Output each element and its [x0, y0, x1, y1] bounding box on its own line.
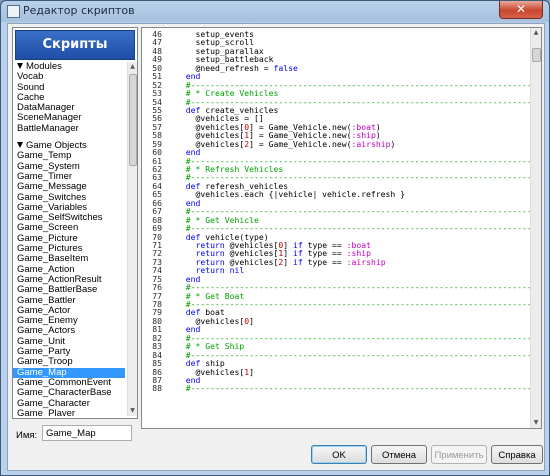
scroll-down-arrow-icon[interactable]: ▼: [128, 406, 137, 416]
scroll-down-arrow-icon[interactable]: ▼: [531, 418, 541, 428]
scroll-thumb[interactable]: [129, 74, 137, 166]
help-button[interactable]: Справка: [491, 445, 543, 464]
code-area[interactable]: 46 setup_events 47 setup_scroll 48 setup_p…: [142, 30, 530, 426]
scroll-up-arrow-icon[interactable]: ▲: [128, 62, 137, 72]
script-list-panel: Скрипты Modules Vocab Sound Cache DataManage…: [12, 27, 138, 419]
script-list-item[interactable]: BattleManager: [13, 123, 125, 134]
client-area: Скрипты Modules Vocab Sound Cache DataManage…: [7, 23, 545, 471]
expand-triangle-icon[interactable]: [17, 142, 23, 149]
editor-scrollbar[interactable]: ▲ ▼: [530, 28, 541, 428]
ok-button[interactable]: OK: [311, 445, 367, 464]
script-editor-window: Редактор скриптов ✕ Скрипты Modules Vocab…: [0, 0, 550, 476]
script-list-item[interactable]: Game_Player: [13, 408, 125, 416]
apply-button[interactable]: Применить: [431, 445, 487, 464]
scripts-header: Скрипты: [15, 30, 135, 60]
script-list-item[interactable]: Game_BattlerBase: [13, 284, 125, 295]
scroll-up-arrow-icon[interactable]: ▲: [531, 28, 541, 38]
line-number: 88: [152, 383, 162, 394]
cancel-button[interactable]: Отмена: [371, 445, 427, 464]
name-label: Имя:: [16, 430, 38, 441]
script-name-input[interactable]: Game_Map: [42, 425, 132, 441]
script-list-item[interactable]: Game_CharacterBase: [13, 387, 125, 398]
code-line[interactable]: 88 #------------------------------------…: [142, 383, 530, 394]
script-list-scrollbar[interactable]: ▲ ▼: [127, 62, 137, 416]
window-title: Редактор скриптов: [23, 4, 135, 17]
close-button[interactable]: ✕: [499, 1, 543, 19]
script-list[interactable]: Modules Vocab Sound Cache DataManager SceneMa…: [13, 62, 125, 416]
title-bar[interactable]: Редактор скриптов ✕: [1, 1, 549, 21]
editor-scroll-thumb[interactable]: [532, 48, 541, 62]
code-editor[interactable]: 46 setup_events 47 setup_scroll 48 setup_p…: [141, 27, 542, 429]
app-icon: [7, 5, 20, 18]
expand-triangle-icon[interactable]: [17, 63, 23, 69]
code-token: #---------------------------------------…: [176, 383, 530, 394]
